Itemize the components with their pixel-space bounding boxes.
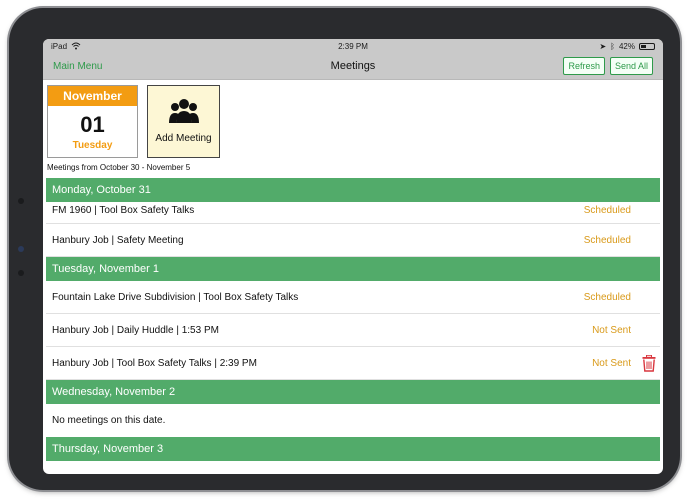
meeting-title: Hanbury Job | Daily Huddle | 1:53 PM [52, 324, 219, 336]
meeting-row[interactable]: Hanbury Job | Daily Huddle | 1:53 PM Not… [46, 314, 660, 347]
meeting-status: Scheduled [583, 291, 631, 303]
tablet-frame: iPad 2:39 PM ➤ ᛒ 42% Meetings Main Menu … [9, 8, 680, 490]
add-meeting-label: Add Meeting [155, 133, 212, 144]
meeting-status: Scheduled [583, 234, 631, 246]
battery-icon [638, 42, 655, 50]
add-meeting-button[interactable]: Add Meeting [147, 85, 220, 158]
bluetooth-icon: ᛒ [610, 41, 615, 51]
meeting-title: Hanbury Job | Safety Meeting [52, 234, 184, 246]
day-header-monday: Monday, October 31 [46, 178, 660, 202]
nav-bar: Meetings Main Menu Refresh Send All [43, 53, 663, 80]
main-menu-button[interactable]: Main Menu [53, 61, 102, 72]
meeting-list[interactable]: Monday, October 31 FM 1960 | Tool Box Sa… [46, 178, 660, 474]
day-header-wednesday: Wednesday, November 2 [46, 380, 660, 404]
group-icon [168, 99, 199, 123]
meeting-status: Not Sent [592, 357, 631, 369]
day-header-tuesday: Tuesday, November 1 [46, 257, 660, 281]
meeting-title: Hanbury Job | Tool Box Safety Talks | 2:… [52, 357, 257, 369]
wifi-icon [71, 42, 81, 50]
refresh-button[interactable]: Refresh [563, 57, 605, 75]
meeting-row[interactable]: Hanbury Job | Safety Meeting Scheduled [46, 224, 660, 257]
meeting-status: Scheduled [583, 205, 631, 216]
calendar-weekday: Tuesday [72, 140, 113, 151]
date-range-text: Meetings from October 30 - November 5 [47, 163, 191, 172]
bezel-dot [18, 270, 24, 276]
calendar-month: November [48, 86, 137, 106]
calendar-day: 01 [80, 112, 105, 137]
meeting-status: Not Sent [592, 324, 631, 336]
day-header-thursday: Thursday, November 3 [46, 437, 660, 461]
screen: iPad 2:39 PM ➤ ᛒ 42% Meetings Main Menu … [43, 39, 663, 474]
meeting-row[interactable]: FM 1960 | Tool Box Safety Talks Schedule… [46, 202, 660, 224]
location-icon: ➤ [599, 41, 607, 51]
empty-day-row: No meetings on this date. [46, 404, 660, 437]
device-label: iPad [51, 41, 68, 51]
meeting-row[interactable]: Hanbury Job | Tool Box Safety Talks | 2:… [46, 347, 660, 380]
camera-icon [18, 246, 24, 252]
date-picker-tile[interactable]: November 01 Tuesday [47, 85, 138, 158]
trash-icon[interactable] [642, 355, 656, 372]
bezel-dot [18, 198, 24, 204]
send-all-button[interactable]: Send All [609, 57, 653, 75]
meeting-title: FM 1960 | Tool Box Safety Talks [52, 205, 195, 216]
status-bar: iPad 2:39 PM ➤ ᛒ 42% [43, 39, 663, 53]
status-time: 2:39 PM [338, 41, 368, 51]
battery-percent: 42% [618, 41, 635, 51]
meeting-title: Fountain Lake Drive Subdivision | Tool B… [52, 291, 299, 303]
meeting-row[interactable]: Fountain Lake Drive Subdivision | Tool B… [46, 281, 660, 314]
empty-message: No meetings on this date. [52, 415, 166, 426]
